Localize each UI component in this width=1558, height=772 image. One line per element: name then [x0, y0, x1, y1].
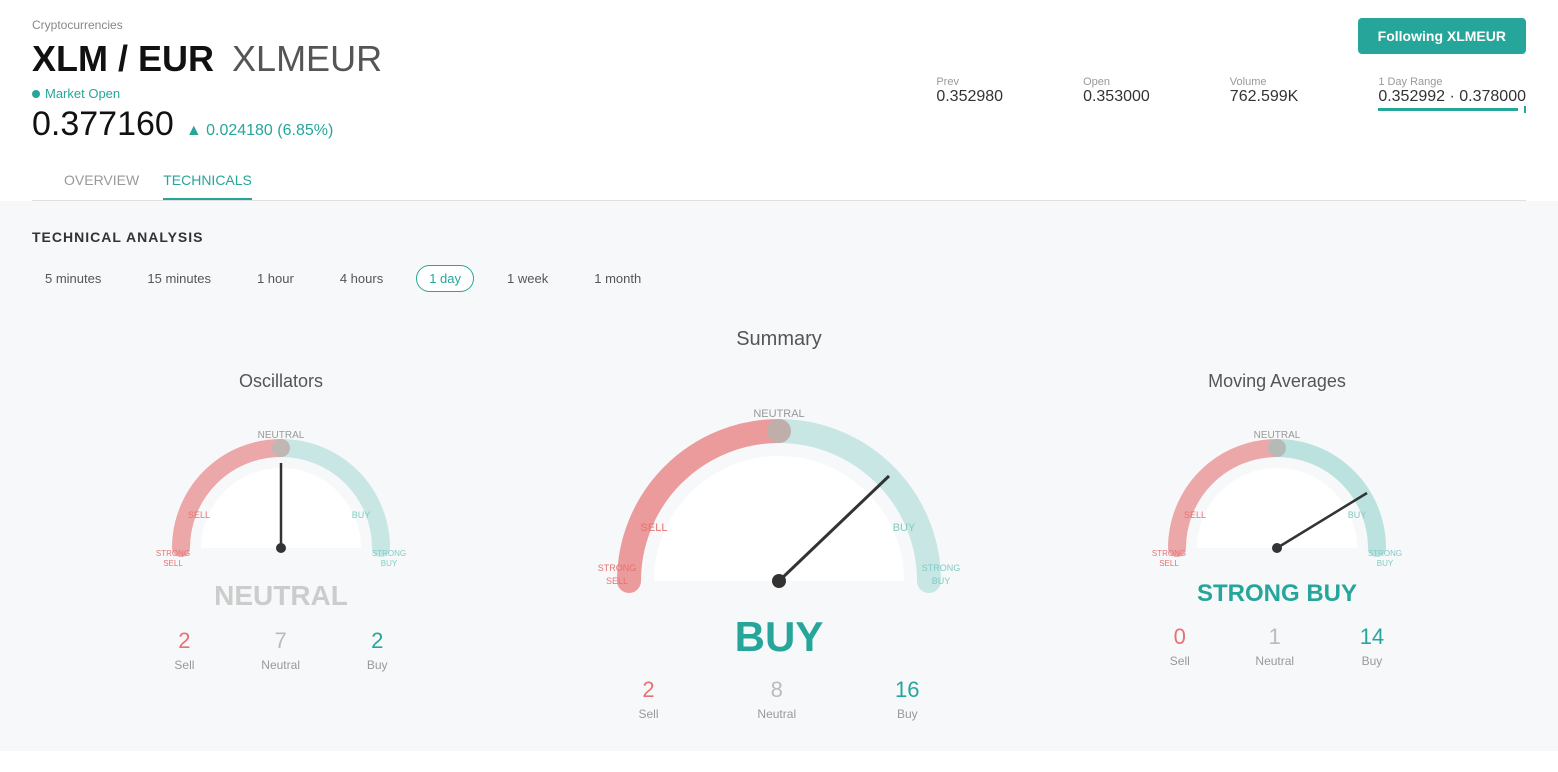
summary-section: NEUTRAL SELL BUY STRONG SELL STRONG BUY …: [530, 371, 1028, 721]
svg-text:SELL: SELL: [188, 510, 210, 520]
svg-text:SELL: SELL: [163, 559, 183, 568]
stat-prev: Prev 0.352980: [936, 76, 1003, 111]
page-title: XLM / EUR XLMEUR: [32, 38, 382, 80]
time-filter-1w[interactable]: 1 week: [494, 265, 561, 292]
oscillators-buy: 2 Buy: [367, 628, 388, 672]
moving-averages-result: STRONG BUY: [1197, 580, 1357, 608]
gauges-container: Oscillators NEUTRAL SELL BUY STRONG: [32, 371, 1526, 721]
svg-text:STRONG: STRONG: [1152, 549, 1186, 558]
current-price: 0.377160: [32, 105, 174, 144]
title-row: XLM / EUR XLMEUR: [32, 38, 382, 80]
svg-text:STRONG: STRONG: [598, 563, 637, 573]
svg-text:NEUTRAL: NEUTRAL: [753, 408, 804, 420]
summary-title: Summary: [32, 328, 1526, 351]
oscillators-title: Oscillators: [239, 371, 323, 392]
tab-overview[interactable]: OVERVIEW: [64, 160, 139, 200]
moving-averages-gauge: NEUTRAL SELL BUY STRONG SELL STRONG BUY: [1147, 408, 1407, 568]
ma-neutral: 1 Neutral: [1255, 624, 1294, 668]
svg-text:NEUTRAL: NEUTRAL: [258, 430, 305, 441]
stat-open: Open 0.353000: [1083, 76, 1150, 111]
oscillators-counts: 2 Sell 7 Neutral 2 Buy: [141, 628, 421, 672]
ma-sell: 0 Sell: [1170, 624, 1190, 668]
stats-section: Prev 0.352980 Open 0.353000 Volume 762.5…: [936, 66, 1526, 111]
stat-volume: Volume 762.599K: [1230, 76, 1299, 111]
stat-range: 1 Day Range 0.352992 · 0.378000: [1378, 76, 1526, 111]
time-filter-1h[interactable]: 1 hour: [244, 265, 307, 292]
status-dot: [32, 90, 40, 98]
range-bar: [1378, 108, 1526, 111]
time-filter-4h[interactable]: 4 hours: [327, 265, 396, 292]
svg-text:BUY: BUY: [932, 576, 951, 586]
svg-text:STRONG: STRONG: [156, 549, 190, 558]
svg-text:BUY: BUY: [381, 559, 398, 568]
svg-text:STRONG: STRONG: [922, 563, 961, 573]
breadcrumb: Cryptocurrencies: [32, 18, 382, 32]
ma-buy: 14 Buy: [1360, 624, 1384, 668]
tabs: OVERVIEW TECHNICALS: [32, 160, 1526, 201]
summary-buy: 16 Buy: [895, 677, 919, 721]
svg-text:SELL: SELL: [606, 576, 628, 586]
tab-technicals[interactable]: TECHNICALS: [163, 160, 252, 200]
oscillators-result: NEUTRAL: [214, 580, 348, 612]
header: Cryptocurrencies XLM / EUR XLMEUR Market…: [0, 0, 1558, 201]
ticker-symbol: XLMEUR: [232, 38, 382, 79]
oscillators-sell: 2 Sell: [174, 628, 194, 672]
svg-text:BUY: BUY: [352, 510, 371, 520]
svg-text:BUY: BUY: [893, 522, 916, 534]
time-filter-1d[interactable]: 1 day: [416, 265, 474, 292]
svg-text:STRONG: STRONG: [372, 549, 406, 558]
svg-text:STRONG: STRONG: [1368, 549, 1402, 558]
content: TECHNICAL ANALYSIS 5 minutes 15 minutes …: [0, 201, 1558, 751]
market-status: Market Open: [32, 86, 120, 101]
summary-result: BUY: [735, 613, 824, 661]
moving-averages-section: Moving Averages NEUTRAL SELL BUY STRONG: [1028, 371, 1526, 721]
moving-averages-title: Moving Averages: [1208, 371, 1346, 392]
svg-text:SELL: SELL: [1159, 559, 1179, 568]
oscillators-section: Oscillators NEUTRAL SELL BUY STRONG: [32, 371, 530, 721]
summary-neutral: 8 Neutral: [757, 677, 796, 721]
price-section: 0.377160 ▲ 0.024180 (6.85%): [32, 105, 382, 144]
price-change: ▲ 0.024180 (6.85%): [186, 122, 333, 140]
moving-averages-counts: 0 Sell 1 Neutral 14 Buy: [1137, 624, 1417, 668]
oscillators-gauge: NEUTRAL SELL BUY STRONG SELL STRONG BUY: [151, 408, 411, 568]
svg-text:SELL: SELL: [1184, 510, 1206, 520]
time-filter-1m[interactable]: 1 month: [581, 265, 654, 292]
svg-text:BUY: BUY: [1377, 559, 1394, 568]
oscillators-neutral: 7 Neutral: [261, 628, 300, 672]
svg-text:SELL: SELL: [641, 522, 668, 534]
summary-gauge: NEUTRAL SELL BUY STRONG SELL STRONG BUY: [589, 371, 969, 601]
time-filters: 5 minutes 15 minutes 1 hour 4 hours 1 da…: [32, 265, 1526, 292]
summary-sell: 2 Sell: [638, 677, 658, 721]
svg-text:BUY: BUY: [1348, 510, 1367, 520]
svg-text:NEUTRAL: NEUTRAL: [1254, 430, 1301, 441]
time-filter-15min[interactable]: 15 minutes: [134, 265, 224, 292]
page: Cryptocurrencies XLM / EUR XLMEUR Market…: [0, 0, 1558, 772]
section-title: TECHNICAL ANALYSIS: [32, 229, 1526, 245]
time-filter-5min[interactable]: 5 minutes: [32, 265, 114, 292]
summary-counts: 2 Sell 8 Neutral 16 Buy: [589, 677, 969, 721]
follow-button[interactable]: Following XLMEUR: [1358, 18, 1526, 54]
